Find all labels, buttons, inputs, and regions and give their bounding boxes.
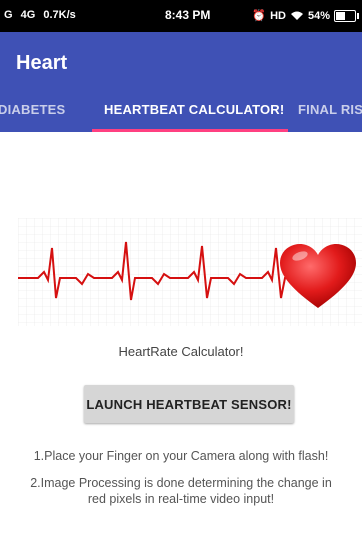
wifi-icon: [290, 11, 303, 20]
app-bar: Heart: [0, 32, 362, 90]
tab-diabetes[interactable]: DIABETES: [0, 102, 65, 117]
tab-heartbeat-calculator[interactable]: HEARTBEAT CALCULATOR!: [104, 102, 284, 117]
heartbeat-ecg-heart-icon: [18, 218, 362, 326]
app-title: Heart: [16, 52, 68, 74]
net-speed: 0.7K/s: [43, 9, 76, 21]
instruction-2-line-1: 2.Image Processing is done determining t…: [30, 476, 332, 490]
network-label: 4G: [20, 9, 36, 21]
battery-icon: [334, 9, 359, 22]
tab-bar: DIABETES HEARTBEAT CALCULATOR! FINAL RIS: [0, 90, 362, 132]
tab-final-risk[interactable]: FINAL RIS: [298, 102, 362, 117]
launch-heartbeat-sensor-button[interactable]: LAUNCH HEARTBEAT SENSOR!: [84, 385, 294, 423]
carrier-label: G: [4, 9, 13, 21]
status-bar: G 4G 0.7K/s 8:43 PM ⏰ HD 54%: [0, 0, 362, 32]
instruction-2-line-2: red pixels in real-time video input!: [87, 492, 275, 506]
status-right: ⏰ HD 54%: [252, 9, 359, 22]
status-left: G 4G 0.7K/s: [4, 9, 81, 21]
alarm-icon: ⏰: [252, 10, 267, 22]
battery-percent: 54%: [307, 9, 330, 22]
clock: 8:43 PM: [165, 8, 211, 22]
tab-indicator: [92, 129, 288, 132]
calculator-caption: HeartRate Calculator!: [118, 344, 244, 359]
instruction-1: 1.Place your Finger on your Camera along…: [33, 449, 329, 463]
hd-label: HD: [270, 9, 286, 22]
